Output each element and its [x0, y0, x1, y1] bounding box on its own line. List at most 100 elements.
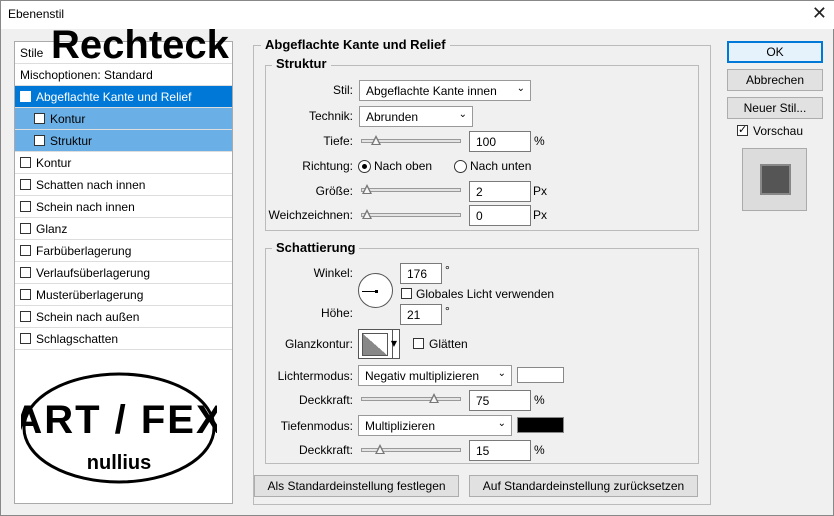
- style-item-checkbox[interactable]: [20, 267, 31, 278]
- close-icon[interactable]: ✕: [812, 3, 827, 24]
- highlight-mode-label: Lichtermodus:: [277, 369, 353, 383]
- soften-unit: Px: [533, 208, 548, 222]
- style-item-checkbox[interactable]: [20, 157, 31, 168]
- style-item-checkbox[interactable]: [34, 113, 45, 124]
- style-item-label: Verlaufsüberlagerung: [36, 266, 151, 280]
- shadow-mode-dropdown[interactable]: Multiplizieren ⌄: [358, 415, 512, 436]
- style-item-label: Kontur: [50, 112, 86, 126]
- style-item-checkbox[interactable]: [20, 333, 31, 344]
- preview-square: [760, 164, 791, 195]
- logo-line1: ART / FEX: [21, 398, 217, 442]
- shadow-color-swatch[interactable]: [517, 417, 564, 433]
- gloss-contour-label: Glanzkontur:: [284, 337, 353, 351]
- style-item-label: Schatten nach innen: [36, 178, 146, 192]
- style-value: Abgeflachte Kante innen: [366, 84, 497, 98]
- make-default-button[interactable]: Als Standardeinstellung festlegen: [254, 475, 459, 497]
- cancel-button[interactable]: Abbrechen: [727, 69, 823, 91]
- direction-down-label: Nach unten: [470, 159, 532, 173]
- angle-input[interactable]: 176: [400, 263, 442, 284]
- altitude-unit: °: [445, 304, 450, 318]
- style-item-checkbox[interactable]: [20, 89, 31, 102]
- new-style-button[interactable]: Neuer Stil...: [727, 97, 823, 119]
- blend-options-label: Mischoptionen: Standard: [20, 68, 153, 82]
- artifex-logo: ART / FEX nullius: [21, 372, 217, 484]
- soften-label: Weichzeichnen:: [268, 208, 354, 222]
- style-item-label: Abgeflachte Kante und Relief: [36, 90, 192, 104]
- antialias-checkbox[interactable]: [413, 338, 424, 349]
- highlight-color-swatch[interactable]: [517, 367, 564, 383]
- highlight-mode-value: Negativ multiplizieren: [365, 369, 480, 383]
- style-item[interactable]: Kontur: [15, 108, 232, 130]
- style-item-checkbox[interactable]: [20, 245, 31, 256]
- shadow-opacity-slider[interactable]: [361, 444, 461, 454]
- direction-down-radio[interactable]: [454, 160, 467, 173]
- style-item[interactable]: Musterüberlagerung: [15, 284, 232, 306]
- angle-center: [375, 290, 378, 293]
- shadow-opacity-label: Deckkraft:: [298, 443, 353, 457]
- reset-default-button[interactable]: Auf Standardeinstellung zurücksetzen: [469, 475, 698, 497]
- style-item[interactable]: Farbüberlagerung: [15, 240, 232, 262]
- size-slider[interactable]: [361, 184, 461, 194]
- style-item[interactable]: Schein nach innen: [15, 196, 232, 218]
- style-item-checkbox[interactable]: [20, 201, 31, 212]
- direction-up-label: Nach oben: [374, 159, 433, 173]
- style-item-checkbox[interactable]: [20, 311, 31, 322]
- chevron-down-icon: ⌄: [497, 418, 506, 429]
- chevron-down-icon: ⌄: [458, 109, 467, 120]
- depth-label: Tiefe:: [323, 134, 353, 148]
- preview-label: Vorschau: [753, 124, 804, 138]
- angle-unit: °: [445, 263, 450, 277]
- style-item[interactable]: Glanz: [15, 218, 232, 240]
- style-item-label: Schein nach innen: [36, 200, 135, 214]
- soften-value: 0: [476, 209, 483, 223]
- overlay-title: Rechteck: [51, 23, 229, 67]
- depth-slider[interactable]: [361, 135, 461, 145]
- highlight-opacity-input[interactable]: 75: [469, 390, 531, 411]
- style-preview: [742, 148, 807, 211]
- altitude-input[interactable]: 21: [400, 304, 442, 325]
- gloss-contour-picker[interactable]: ▼: [358, 329, 400, 359]
- chevron-down-icon: ⌄: [516, 83, 525, 94]
- style-item[interactable]: Struktur: [15, 130, 232, 152]
- style-item-label: Glanz: [36, 222, 68, 236]
- highlight-opacity-thumb[interactable]: [428, 393, 439, 403]
- technique-dropdown[interactable]: Abrunden ⌄: [359, 106, 473, 127]
- style-item[interactable]: Kontur: [15, 152, 232, 174]
- style-item-checkbox[interactable]: [20, 223, 31, 234]
- angle-value: 176: [407, 267, 428, 281]
- soften-input[interactable]: 0: [469, 205, 531, 226]
- style-item[interactable]: Schein nach außen: [15, 306, 232, 328]
- shadow-opacity-unit: %: [534, 443, 545, 457]
- soften-slider[interactable]: [361, 209, 461, 219]
- style-item[interactable]: Schlagschatten: [15, 328, 232, 350]
- highlight-mode-dropdown[interactable]: Negativ multiplizieren ⌄: [358, 365, 512, 386]
- technique-value: Abrunden: [366, 110, 419, 124]
- shadow-opacity-thumb[interactable]: [375, 444, 386, 454]
- style-item-checkbox[interactable]: [34, 135, 45, 146]
- style-dropdown[interactable]: Abgeflachte Kante innen ⌄: [359, 80, 531, 101]
- shadow-opacity-value: 15: [476, 444, 490, 458]
- preview-checkbox[interactable]: [737, 123, 748, 136]
- shadow-opacity-input[interactable]: 15: [469, 440, 531, 461]
- highlight-opacity-slider[interactable]: [361, 393, 461, 403]
- global-light-checkbox[interactable]: [401, 288, 412, 299]
- size-unit: Px: [533, 184, 548, 198]
- style-item[interactable]: Abgeflachte Kante und Relief: [15, 86, 232, 108]
- soften-slider-thumb[interactable]: [362, 209, 372, 219]
- style-item-checkbox[interactable]: [20, 289, 31, 300]
- angle-label: Winkel:: [313, 266, 353, 280]
- logo-line2: nullius: [87, 452, 151, 474]
- depth-slider-thumb[interactable]: [370, 135, 381, 145]
- style-item-checkbox[interactable]: [20, 179, 31, 190]
- direction-up-radio[interactable]: [358, 160, 371, 173]
- angle-indicator: [362, 291, 376, 292]
- layer-style-dialog: Ebenenstil ✕ Stile Mischoptionen: Standa…: [0, 0, 834, 516]
- global-light-label: Globales Licht verwenden: [416, 287, 555, 301]
- size-input[interactable]: 2: [469, 181, 531, 202]
- style-item[interactable]: Verlaufsüberlagerung: [15, 262, 232, 284]
- size-slider-thumb[interactable]: [362, 184, 372, 194]
- angle-dial[interactable]: [358, 273, 393, 308]
- depth-input[interactable]: 100: [469, 131, 531, 152]
- style-item[interactable]: Schatten nach innen: [15, 174, 232, 196]
- ok-button[interactable]: OK: [727, 41, 823, 63]
